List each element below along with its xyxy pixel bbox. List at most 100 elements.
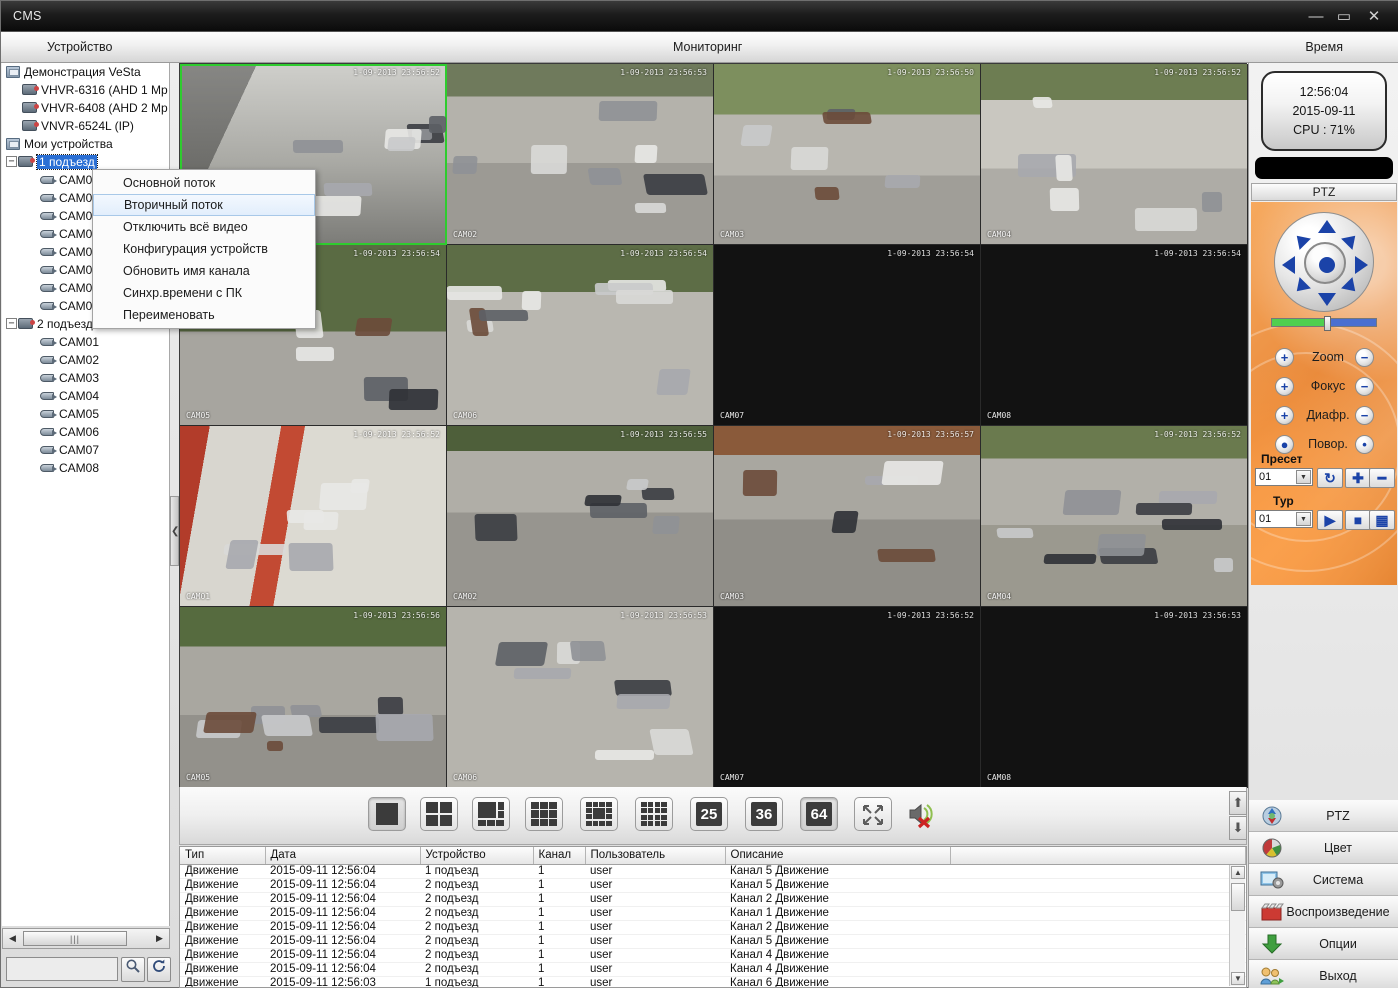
video-cell[interactable]: 1-09-2013 23:56:53CAM02 xyxy=(447,64,714,245)
layout-button-64[interactable]: 64 xyxy=(800,797,838,831)
tour-play-button[interactable]: ▶ xyxy=(1317,510,1343,530)
tree-node-демонстрация-vesta[interactable]: Демонстрация VeSta xyxy=(2,63,169,81)
video-cell[interactable]: 1-09-2013 23:56:55CAM02 xyxy=(447,426,714,607)
log-column-header[interactable]: Устройство xyxy=(420,847,533,864)
layout-button-13[interactable] xyxy=(580,797,618,831)
log-table-row[interactable]: Движение2015-09-11 12:56:041 подъезд1use… xyxy=(180,864,1246,878)
tree-node-cam05[interactable]: CAM05 xyxy=(2,405,169,423)
context-menu-item[interactable]: Синхр.времени с ПК xyxy=(93,282,315,304)
tree-node-мои-устройства[interactable]: Мои устройства xyxy=(2,135,169,153)
scroll-left-icon[interactable]: ◀ xyxy=(5,931,20,946)
log-spinner-buttons[interactable]: ⬆ ⬇ xyxy=(1229,791,1247,841)
tour-grid-button[interactable]: ▦ xyxy=(1369,510,1395,530)
ptz-increase-button[interactable]: + xyxy=(1275,348,1294,367)
log-spin-up-icon[interactable]: ⬆ xyxy=(1229,791,1247,815)
log-table-row[interactable]: Движение2015-09-11 12:56:042 подъезд1use… xyxy=(180,906,1246,920)
ptz-decrease-button[interactable]: − xyxy=(1355,406,1374,425)
layout-button-9[interactable] xyxy=(525,797,563,831)
tree-node-cam08[interactable]: CAM08 xyxy=(2,459,169,477)
event-log-table[interactable]: ТипДатаУстройствоКаналПользовательОписан… xyxy=(179,846,1247,988)
panel-collapse-handle[interactable]: ❮ xyxy=(170,496,179,566)
layout-button-36[interactable]: 36 xyxy=(745,797,783,831)
video-cell[interactable]: 1-09-2013 23:56:57CAM03 xyxy=(714,426,981,607)
video-grid[interactable]: 1-09-2013 23:56:52CAM011-09-2013 23:56:5… xyxy=(179,63,1247,787)
log-scroll-down-icon[interactable]: ▼ xyxy=(1231,972,1245,985)
log-column-header[interactable]: Пользователь xyxy=(585,847,725,864)
ptz-increase-button[interactable]: + xyxy=(1275,406,1294,425)
log-spin-down-icon[interactable]: ⬇ xyxy=(1229,816,1247,840)
ptz-up-right-arrow[interactable] xyxy=(1341,230,1361,250)
log-table-row[interactable]: Движение2015-09-11 12:56:042 подъезд1use… xyxy=(180,878,1246,892)
video-cell[interactable]: 1-09-2013 23:56:53CAM06 xyxy=(447,607,714,788)
ptz-down-right-arrow[interactable] xyxy=(1341,277,1361,297)
search-icon[interactable] xyxy=(121,957,145,982)
video-cell[interactable]: 1-09-2013 23:56:52CAM04 xyxy=(981,64,1248,245)
chevron-down-icon[interactable]: ▼ xyxy=(1296,470,1311,484)
preset-goto-button[interactable]: ↻ xyxy=(1317,468,1343,488)
right-menu-item-система[interactable]: Система xyxy=(1249,864,1398,896)
layout-button-6[interactable] xyxy=(472,797,510,831)
log-table-row[interactable]: Движение2015-09-11 12:56:031 подъезд1use… xyxy=(180,976,1246,988)
context-menu-item[interactable]: Отключить всё видео xyxy=(93,216,315,238)
video-cell[interactable]: 1-09-2013 23:56:52CAM04 xyxy=(981,426,1248,607)
preset-add-button[interactable]: ✚ xyxy=(1345,468,1371,488)
log-scroll-up-icon[interactable]: ▲ xyxy=(1231,866,1245,879)
log-scrollbar-thumb[interactable] xyxy=(1231,883,1245,911)
video-cell[interactable]: 1-09-2013 23:56:54CAM07 xyxy=(714,245,981,426)
log-table-row[interactable]: Движение2015-09-11 12:56:042 подъезд1use… xyxy=(180,920,1246,934)
log-column-header[interactable]: Тип xyxy=(180,847,265,864)
layout-button-16[interactable] xyxy=(635,797,673,831)
log-column-header[interactable]: Дата xyxy=(265,847,420,864)
ptz-down-arrow[interactable] xyxy=(1318,293,1336,306)
tree-node-cam01[interactable]: CAM01 xyxy=(2,333,169,351)
tree-node-vnvr-6524l-ip-[interactable]: VNVR-6524L (IP) xyxy=(2,117,169,135)
video-cell[interactable]: 1-09-2013 23:56:50CAM03 xyxy=(714,64,981,245)
ptz-joystick[interactable] xyxy=(1274,212,1374,312)
tree-expander-icon[interactable]: − xyxy=(6,156,17,167)
log-table-row[interactable]: Движение2015-09-11 12:56:042 подъезд1use… xyxy=(180,962,1246,976)
device-tree-horizontal-scrollbar[interactable]: ◀ ||| ▶ xyxy=(2,928,170,949)
right-menu-item-цвет[interactable]: Цвет xyxy=(1249,832,1398,864)
log-table-row[interactable]: Движение2015-09-11 12:56:042 подъезд1use… xyxy=(180,948,1246,962)
tree-node-cam06[interactable]: CAM06 xyxy=(2,423,169,441)
layout-button-4[interactable] xyxy=(420,797,458,831)
context-menu-item[interactable]: Переименовать xyxy=(93,304,315,326)
close-button[interactable]: ✕ xyxy=(1363,7,1385,26)
ptz-center-button[interactable] xyxy=(1304,242,1346,284)
tree-node-vhvr-6408-ahd-2-mp[interactable]: VHVR-6408 (AHD 2 Mp xyxy=(2,99,169,117)
video-cell[interactable]: 1-09-2013 23:56:53CAM08 xyxy=(981,607,1248,788)
tour-stop-button[interactable]: ■ xyxy=(1345,510,1371,530)
maximize-button[interactable]: ▭ xyxy=(1333,7,1355,26)
tree-expander-icon[interactable]: − xyxy=(6,318,17,329)
ptz-up-left-arrow[interactable] xyxy=(1291,230,1311,250)
context-menu-item[interactable]: Вторичный поток xyxy=(93,194,315,216)
context-menu-item[interactable]: Обновить имя канала xyxy=(93,260,315,282)
tree-node-cam07[interactable]: CAM07 xyxy=(2,441,169,459)
ptz-left-arrow[interactable] xyxy=(1282,256,1295,274)
ptz-up-arrow[interactable] xyxy=(1318,220,1336,233)
fullscreen-icon[interactable] xyxy=(854,797,892,831)
log-column-header[interactable] xyxy=(950,847,1246,864)
ptz-increase-button[interactable]: + xyxy=(1275,377,1294,396)
video-cell[interactable]: 1-09-2013 23:56:52CAM07 xyxy=(714,607,981,788)
tree-node-vhvr-6316-ahd-1-mp[interactable]: VHVR-6316 (AHD 1 Mp xyxy=(2,81,169,99)
context-menu-item[interactable]: Основной поток xyxy=(93,172,315,194)
ptz-right-arrow[interactable] xyxy=(1355,256,1368,274)
right-menu-item-опции[interactable]: Опции xyxy=(1249,928,1398,960)
tree-node-cam04[interactable]: CAM04 xyxy=(2,387,169,405)
speaker-mute-icon[interactable] xyxy=(906,799,940,829)
video-cell[interactable]: 1-09-2013 23:56:54CAM08 xyxy=(981,245,1248,426)
ptz-speed-slider[interactable] xyxy=(1271,318,1377,327)
context-menu-item[interactable]: Конфигурация устройств xyxy=(93,238,315,260)
log-column-header[interactable]: Описание xyxy=(725,847,950,864)
log-table-row[interactable]: Движение2015-09-11 12:56:042 подъезд1use… xyxy=(180,892,1246,906)
preset-remove-button[interactable]: ━ xyxy=(1369,468,1395,488)
tour-select[interactable]: 01 ▼ xyxy=(1255,510,1313,528)
log-table-row[interactable]: Движение2015-09-11 12:56:042 подъезд1use… xyxy=(180,934,1246,948)
scroll-right-icon[interactable]: ▶ xyxy=(152,931,167,946)
layout-button-25[interactable]: 25 xyxy=(690,797,728,831)
ptz-speed-slider-thumb[interactable] xyxy=(1324,316,1331,331)
ptz-decrease-button[interactable]: − xyxy=(1355,348,1374,367)
minimize-button[interactable]: — xyxy=(1305,7,1327,26)
tree-node-cam02[interactable]: CAM02 xyxy=(2,351,169,369)
